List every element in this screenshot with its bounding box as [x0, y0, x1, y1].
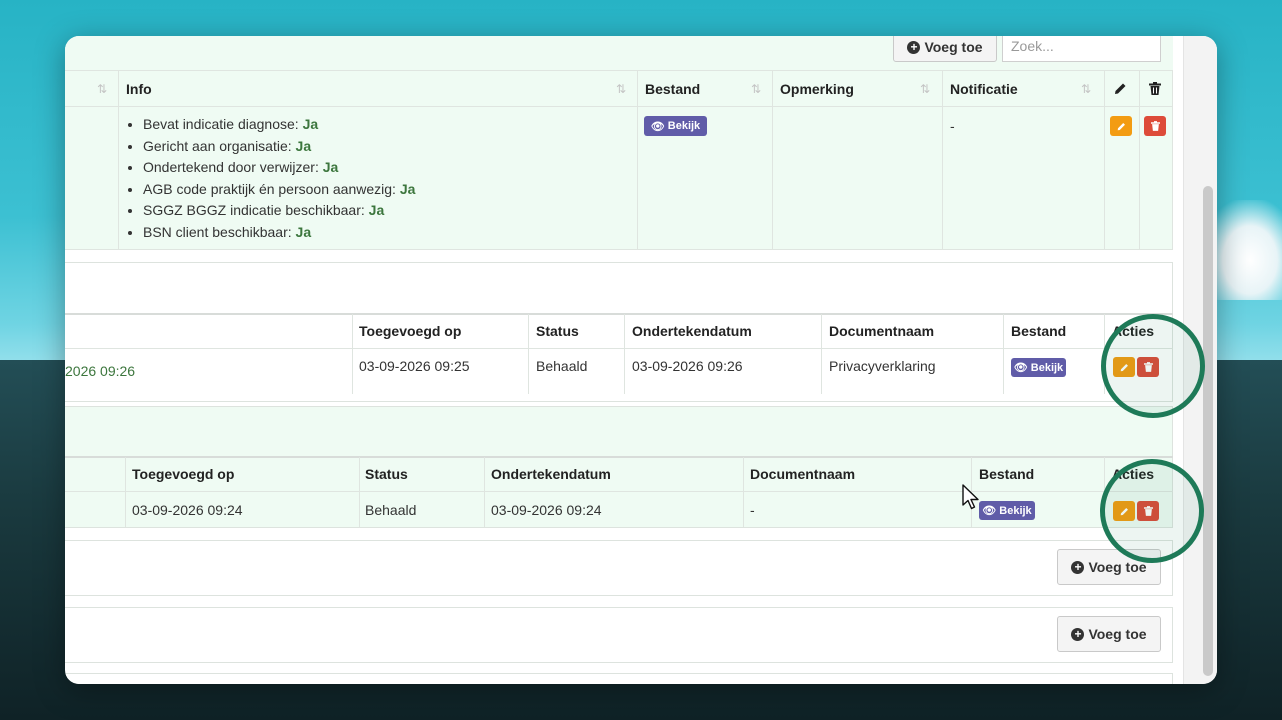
trash-icon	[1150, 121, 1160, 131]
table1-col-divider	[1104, 70, 1105, 250]
header-bestand[interactable]: Bestand	[979, 466, 1034, 482]
scrollbar-thumb[interactable]	[1203, 186, 1213, 676]
header-notificatie[interactable]: Notificatie	[950, 81, 1018, 97]
sort-icon[interactable]: ⇅	[616, 82, 626, 96]
delete-button[interactable]	[1144, 116, 1166, 136]
header-bestand[interactable]: Bestand	[1011, 323, 1066, 339]
ondertekendatum-cell: 03-09-2026 09:26	[632, 358, 743, 374]
table1-header-top-border	[65, 70, 1173, 71]
trash-icon	[1149, 82, 1161, 95]
table3-top-border	[65, 456, 1173, 458]
notificatie-value: -	[950, 118, 955, 134]
info-item: Bevat indicatie diagnose: Ja	[143, 114, 415, 136]
header-toegevoegd[interactable]: Toegevoegd op	[359, 323, 461, 339]
sort-icon[interactable]: ⇅	[1081, 82, 1091, 96]
view-button[interactable]: 👁 Bekijk	[979, 501, 1035, 520]
search-input[interactable]: Zoek...	[1002, 36, 1161, 62]
eye-icon: 👁	[650, 120, 665, 133]
documents-panel-4	[65, 540, 1173, 596]
table2-col-divider	[528, 314, 529, 394]
table1-bottom-border	[65, 249, 1173, 250]
edit-button[interactable]	[1110, 116, 1132, 136]
ondertekendatum-cell: 03-09-2026 09:24	[491, 502, 602, 518]
table1-col-divider	[942, 70, 943, 250]
status-cell: Behaald	[365, 502, 417, 518]
plus-circle-icon: +	[1071, 627, 1085, 641]
table1-col-divider	[772, 70, 773, 250]
documents-panel-2	[65, 262, 1173, 402]
add-button[interactable]: + Voeg toe	[1057, 616, 1161, 652]
sort-icon[interactable]: ⇅	[97, 82, 107, 96]
header-documentnaam[interactable]: Documentnaam	[829, 323, 934, 339]
partial-date-cell: 2026 09:26	[65, 363, 136, 379]
table1-col-divider	[637, 70, 638, 250]
toegevoegd-cell: 03-09-2026 09:25	[359, 358, 470, 374]
table3-header-bottom-border	[65, 491, 1173, 492]
plus-circle-icon: +	[907, 40, 921, 54]
info-item: BSN client beschikbaar: Ja	[143, 222, 415, 244]
info-item: SGGZ BGGZ indicatie beschikbaar: Ja	[143, 200, 415, 222]
add-button-label: Voeg toe	[1088, 559, 1147, 575]
header-ondertekendatum[interactable]: Ondertekendatum	[491, 466, 611, 482]
pencil-icon	[1115, 83, 1126, 94]
header-bestand[interactable]: Bestand	[645, 81, 700, 97]
sort-icon[interactable]: ⇅	[751, 82, 761, 96]
highlight-ring	[1100, 459, 1204, 563]
table2-col-divider	[624, 314, 625, 394]
info-item: Gericht aan organisatie: Ja	[143, 136, 415, 158]
table1-col-divider	[1172, 70, 1173, 250]
add-button-label: Voeg toe	[924, 39, 983, 55]
plus-circle-icon: +	[1071, 560, 1085, 574]
documentnaam-cell: -	[750, 502, 755, 518]
header-documentnaam[interactable]: Documentnaam	[750, 466, 855, 482]
app-window: + Voeg toe Zoek... ⇅ Info ⇅ Bestand ⇅ Op…	[65, 36, 1217, 684]
table3-col-divider	[484, 457, 485, 527]
table2-col-divider	[352, 314, 353, 394]
view-button[interactable]: 👁 Bekijk	[644, 116, 707, 136]
eye-icon: 👁	[982, 505, 997, 517]
table2-top-border	[65, 313, 1173, 315]
info-item: AGB code praktijk én persoon aanwezig: J…	[143, 179, 415, 201]
sort-icon[interactable]: ⇅	[920, 82, 930, 96]
table3-col-divider	[125, 457, 126, 527]
table1-header-bottom-border	[65, 106, 1173, 107]
table3-col-divider	[359, 457, 360, 527]
view-button[interactable]: 👁 Bekijk	[1011, 358, 1066, 377]
table3-col-divider	[743, 457, 744, 527]
header-toegevoegd[interactable]: Toegevoegd op	[132, 466, 234, 482]
status-cell: Behaald	[536, 358, 588, 374]
header-opmerking[interactable]: Opmerking	[780, 81, 854, 97]
table1-col-divider	[118, 70, 119, 250]
documents-panel-5	[65, 607, 1173, 663]
pencil-icon	[1117, 122, 1125, 130]
header-ondertekendatum[interactable]: Ondertekendatum	[632, 323, 752, 339]
documents-panel-6	[65, 673, 1173, 684]
table2-header-bottom-border	[65, 348, 1173, 349]
info-item: Ondertekend door verwijzer: Ja	[143, 157, 415, 179]
header-status[interactable]: Status	[536, 323, 579, 339]
info-list: Bevat indicatie diagnose: Ja Gericht aan…	[125, 114, 415, 244]
documentnaam-cell: Privacyverklaring	[829, 358, 936, 374]
mouse-cursor-icon	[962, 484, 979, 510]
add-button-label: Voeg toe	[1088, 626, 1147, 642]
highlight-ring	[1101, 314, 1205, 418]
table2-col-divider	[821, 314, 822, 394]
table1-col-divider	[1139, 70, 1140, 250]
eye-icon: 👁	[1013, 362, 1028, 374]
header-status[interactable]: Status	[365, 466, 408, 482]
header-info[interactable]: Info	[126, 81, 152, 97]
add-button-top[interactable]: + Voeg toe	[893, 36, 997, 62]
toegevoegd-cell: 03-09-2026 09:24	[132, 502, 243, 518]
table2-col-divider	[1003, 314, 1004, 394]
